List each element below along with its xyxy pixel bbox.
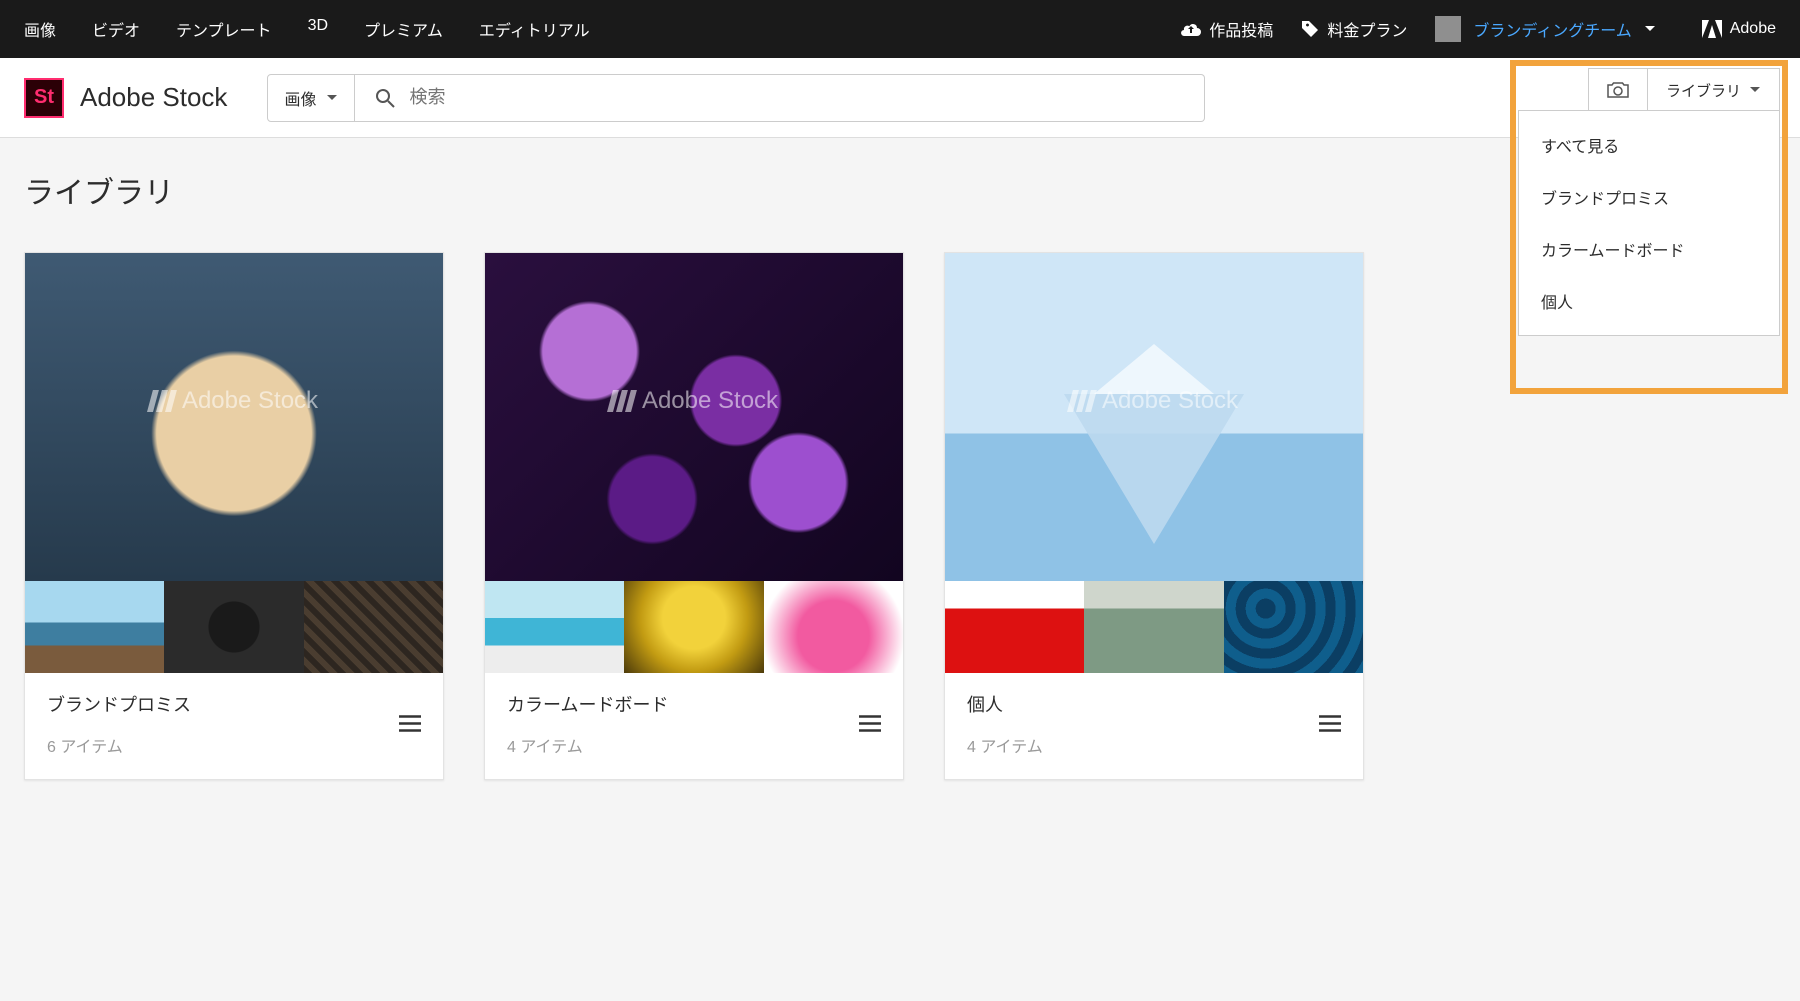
thumb [485,581,624,673]
nav-premium[interactable]: プレミアム [364,17,443,41]
camera-icon [1607,81,1629,99]
adobe-logo-icon [1702,20,1722,38]
card-title: 個人 [967,691,1341,717]
thumb [25,581,164,673]
cover-image: Adobe Stock [945,253,1363,581]
user-menu[interactable]: ブランディングチーム [1435,16,1655,42]
nav-3d[interactable]: 3D [308,17,328,41]
visual-search-button[interactable] [1589,69,1648,111]
search-input[interactable] [409,87,1184,108]
cover-image: Adobe Stock [485,253,903,581]
thumb-strip [945,581,1363,673]
nav-editorial[interactable]: エディトリアル [479,17,590,41]
card-meta: 6 アイテム [47,733,421,757]
card-meta: 4 アイテム [967,733,1341,757]
library-menu-button[interactable]: ライブラリ [1648,69,1779,111]
brand-title: Adobe Stock [80,82,227,113]
dropdown-item-personal[interactable]: 個人 [1519,275,1779,327]
card-menu-button[interactable] [391,707,429,746]
card-cover: Adobe Stock [485,253,903,673]
library-card[interactable]: Adobe Stock 個人 4 アイテム [944,252,1364,780]
card-title: ブランドプロミス [47,691,421,717]
watermark: Adobe Stock [150,387,318,415]
adobe-label: Adobe [1730,20,1776,38]
nav-video[interactable]: ビデオ [92,17,140,41]
avatar [1435,16,1461,42]
library-cards: Adobe Stock ブランドプロミス 6 アイテム [24,252,1776,780]
dropdown-item-mood[interactable]: カラームードボード [1519,223,1779,275]
top-nav: 画像 ビデオ テンプレート 3D プレミアム エディトリアル 作品投稿 料金プラ… [0,0,1800,58]
nav-templates[interactable]: テンプレート [176,17,272,41]
user-name: ブランディングチーム [1473,17,1631,41]
thumb-strip [485,581,903,673]
card-cover: Adobe Stock [25,253,443,673]
thumb [1084,581,1223,673]
thumb [764,581,903,673]
cloud-upload-icon [1181,21,1201,37]
dropdown-item-brand[interactable]: ブランドプロミス [1519,171,1779,223]
dropdown-item-all[interactable]: すべて見る [1519,119,1779,171]
hamburger-icon [399,715,421,733]
library-dropdown: すべて見る ブランドプロミス カラームードボード 個人 [1518,110,1780,336]
adobe-link[interactable]: Adobe [1702,20,1776,38]
hamburger-icon [859,715,881,733]
plans-link[interactable]: 料金プラン [1301,17,1407,41]
brand-badge: St [24,78,64,118]
library-card[interactable]: Adobe Stock ブランドプロミス 6 アイテム [24,252,444,780]
thumb [304,581,443,673]
brand[interactable]: St Adobe Stock [24,78,227,118]
card-title: カラームードボード [507,691,881,717]
chevron-down-icon [1644,23,1656,35]
watermark: Adobe Stock [610,387,778,415]
upload-label: 作品投稿 [1209,17,1273,41]
tag-icon [1301,20,1319,38]
header-tools: ライブラリ [1588,68,1780,112]
cover-image: Adobe Stock [25,253,443,581]
sub-header: St Adobe Stock 画像 ライブラリ すべて見る ブランドプロミス [0,58,1800,138]
thumb [164,581,303,673]
library-label: ライブラリ [1666,80,1741,101]
page-title: ライブラリ [24,168,1776,212]
search-filter[interactable]: 画像 [267,74,355,122]
plans-label: 料金プラン [1327,17,1407,41]
search-box[interactable] [355,74,1205,122]
chevron-down-icon [1749,84,1761,96]
thumb-strip [25,581,443,673]
chevron-down-icon [326,92,338,104]
upload-link[interactable]: 作品投稿 [1181,17,1273,41]
nav-images[interactable]: 画像 [24,17,56,41]
thumb [1224,581,1363,673]
search-icon [375,88,395,108]
card-meta: 4 アイテム [507,733,881,757]
card-menu-button[interactable] [851,707,889,746]
adobe-logo-icon [150,390,174,412]
hamburger-icon [1319,715,1341,733]
filter-label: 画像 [284,86,316,110]
thumb [945,581,1084,673]
library-card[interactable]: Adobe Stock カラームードボード 4 アイテム [484,252,904,780]
card-menu-button[interactable] [1311,707,1349,746]
card-cover: Adobe Stock [945,253,1363,673]
thumb [624,581,763,673]
adobe-logo-icon [610,390,634,412]
